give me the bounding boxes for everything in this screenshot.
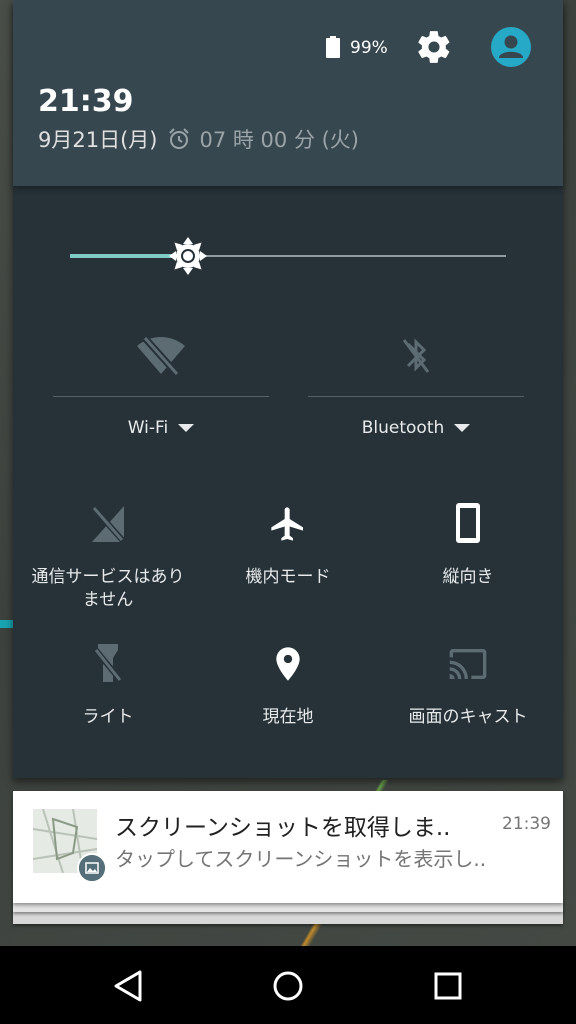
battery-icon xyxy=(326,36,340,58)
image-badge-icon xyxy=(77,853,107,883)
tile-flashlight[interactable]: ライト xyxy=(18,642,198,762)
chevron-down-icon[interactable] xyxy=(454,424,471,432)
next-alarm-text[interactable]: 07 時 00 分 (火) xyxy=(199,124,359,154)
chevron-down-icon[interactable] xyxy=(178,424,195,432)
bluetooth-off-icon xyxy=(402,338,430,373)
wifi-off-icon xyxy=(137,333,185,378)
flashlight-off-icon xyxy=(91,644,125,684)
map-road xyxy=(0,620,14,628)
portrait-icon xyxy=(456,503,480,543)
brightness-slider[interactable] xyxy=(70,226,506,286)
alarm-clock-icon xyxy=(169,128,190,149)
date-text[interactable]: 9月21日(月) xyxy=(38,124,157,154)
notification-body: タップしてスクリーンショットを表示し.. xyxy=(115,847,487,871)
tile-label: 現在地 xyxy=(262,707,314,727)
date-alarm-row: 9月21日(月) 07 時 00 分 (火) xyxy=(38,124,359,154)
cast-icon xyxy=(449,649,487,679)
shade-header: 99% 21:39 9月21日(月) 07 時 00 分 (火) xyxy=(13,0,563,186)
screenshot-notification[interactable]: スクリーンショットを取得しま.. 21:39 タップしてスクリーンショットを表示… xyxy=(13,791,563,903)
notification-shade: 99% 21:39 9月21日(月) 07 時 00 分 (火) Wi-Fi B… xyxy=(13,0,563,778)
signal-off-icon xyxy=(89,504,127,544)
tile-airplane[interactable]: 機内モード xyxy=(198,502,378,622)
notification-title: スクリーンショットを取得しま.. xyxy=(115,815,451,841)
back-icon[interactable] xyxy=(110,968,146,1004)
tile-location[interactable]: 現在地 xyxy=(198,642,378,762)
bluetooth-tile[interactable]: Bluetooth xyxy=(308,320,524,450)
brightness-sun-icon[interactable] xyxy=(168,236,208,276)
tile-label: 画面のキャスト xyxy=(408,707,528,727)
wifi-label-row[interactable]: Wi-Fi xyxy=(53,418,269,438)
wifi-tile[interactable]: Wi-Fi xyxy=(53,320,269,450)
settings-gear-icon[interactable] xyxy=(415,28,453,66)
tile-label: 縦向き xyxy=(442,567,494,587)
home-icon[interactable] xyxy=(270,968,306,1004)
battery-percent: 99% xyxy=(350,38,388,58)
notification-time: 21:39 xyxy=(502,814,551,834)
user-avatar-icon[interactable] xyxy=(491,27,531,67)
tile-label: 機内モード xyxy=(245,567,331,587)
tile-divider xyxy=(308,396,524,397)
clock-time: 21:39 xyxy=(38,84,134,119)
bluetooth-label-row[interactable]: Bluetooth xyxy=(308,418,524,438)
airplane-icon xyxy=(271,507,303,541)
tile-label: ライト xyxy=(82,707,134,727)
navigation-bar xyxy=(0,946,576,1024)
tile-cellular[interactable]: 通信サービスはありません xyxy=(18,502,198,622)
tile-orientation[interactable]: 縦向き xyxy=(378,502,558,622)
wifi-label: Wi-Fi xyxy=(127,418,169,438)
bluetooth-label: Bluetooth xyxy=(361,418,445,438)
tile-label: 通信サービスはありません xyxy=(31,567,185,610)
recents-icon[interactable] xyxy=(430,968,466,1004)
tile-cast[interactable]: 画面のキャスト xyxy=(378,642,558,762)
tile-divider xyxy=(53,396,269,397)
location-icon xyxy=(276,647,300,681)
